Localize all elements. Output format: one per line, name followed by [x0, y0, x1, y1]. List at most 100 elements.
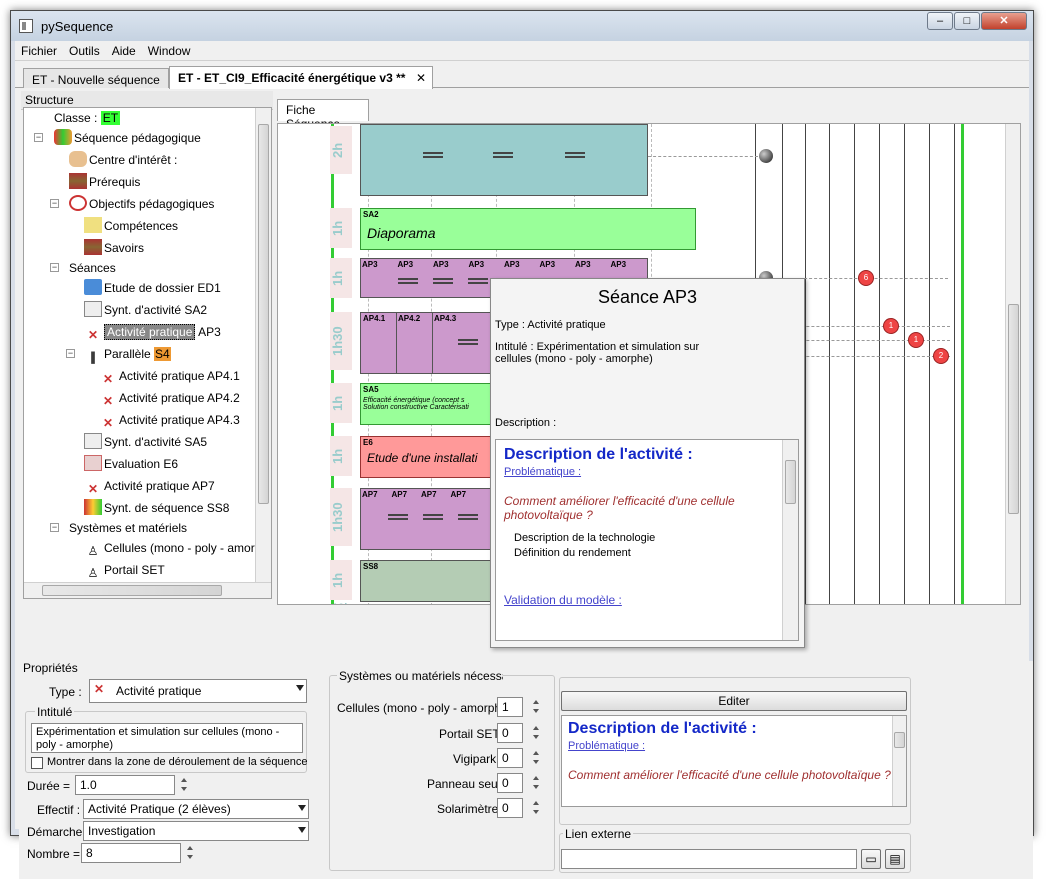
- tree-objectifs[interactable]: Objectifs pédagogiques: [69, 195, 214, 213]
- tree-seance-ap43[interactable]: ✕ Activité pratique AP4.3: [99, 411, 240, 430]
- window-title: pySequence: [41, 19, 114, 34]
- seance-block-e6[interactable]: E6 Etude d'une installati: [360, 436, 500, 478]
- equal-icon: [423, 514, 443, 520]
- duree-stepper[interactable]: [179, 775, 190, 795]
- title-bar[interactable]: pySequence – □ ✕: [11, 11, 1033, 41]
- nombre-stepper[interactable]: [185, 843, 196, 863]
- nombre-input[interactable]: 8: [81, 843, 181, 863]
- system-line: [829, 124, 830, 604]
- menu-window[interactable]: Window: [142, 41, 197, 58]
- systeme-qty-input[interactable]: 1: [497, 697, 523, 717]
- tree-seance-ap42[interactable]: ✕ Activité pratique AP4.2: [99, 389, 240, 408]
- systeme-qty-input[interactable]: 0: [497, 748, 523, 768]
- tooltip-title: Séance AP3: [597, 287, 698, 307]
- tab-nouvelle-sequence[interactable]: ET - Nouvelle séquence: [23, 68, 169, 88]
- menu-outils[interactable]: Outils: [63, 41, 106, 58]
- maximize-button[interactable]: □: [954, 12, 980, 30]
- scroll-thumb[interactable]: [894, 732, 905, 748]
- systeme-qty-stepper[interactable]: [531, 798, 542, 818]
- duree-input[interactable]: 1.0: [75, 775, 175, 795]
- seance-block-sa2[interactable]: SA2 Diaporama: [360, 208, 696, 250]
- system-marker[interactable]: [759, 149, 773, 163]
- tree-seance-ap3[interactable]: ✕ Activité pratique AP3: [84, 323, 221, 342]
- scroll-thumb[interactable]: [258, 124, 269, 504]
- duration-label: 1h: [330, 560, 352, 600]
- tab-label: ET - Nouvelle séquence: [32, 73, 160, 87]
- duree-label: Durée =: [27, 779, 71, 793]
- block-code: AP4.1: [363, 314, 386, 323]
- system-line: [904, 124, 905, 604]
- tree-sequence[interactable]: Séquence pédagogique: [54, 129, 201, 147]
- canvas-vertical-scrollbar[interactable]: [1005, 124, 1020, 604]
- tree-systeme-cellules[interactable]: ♙ Cellules (mono - poly - amorph: [84, 539, 268, 558]
- show-checkbox[interactable]: [31, 757, 43, 769]
- close-button[interactable]: ✕: [981, 12, 1027, 30]
- systeme-qty-input[interactable]: 0: [497, 798, 523, 818]
- collapse-icon[interactable]: −: [50, 523, 59, 532]
- minimize-button[interactable]: –: [927, 12, 953, 30]
- systeme-qty-stepper[interactable]: [531, 748, 542, 768]
- tree-prerequis[interactable]: Prérequis: [69, 173, 140, 191]
- quantity-marker[interactable]: 1: [883, 318, 899, 334]
- systeme-qty-input[interactable]: 0: [497, 773, 523, 793]
- menu-fichier[interactable]: Fichier: [15, 41, 63, 58]
- seance-block-ed1[interactable]: [360, 124, 648, 196]
- tree-competences[interactable]: Compétences: [84, 217, 178, 235]
- tree-seance-ss8[interactable]: Synt. de séquence SS8: [84, 499, 229, 517]
- collapse-icon[interactable]: −: [66, 349, 75, 358]
- duration-label: 1h: [330, 383, 352, 423]
- seance-block-sa5[interactable]: SA5 Efficacité énergétique (concept s Solu…: [360, 383, 500, 425]
- tree-seance-ap7[interactable]: ✕ Activité pratique AP7: [84, 477, 215, 496]
- description-preview[interactable]: Description de l'activité : Problématiqu…: [561, 715, 907, 807]
- collapse-icon[interactable]: −: [50, 199, 59, 208]
- tree-centre-interet[interactable]: Centre d'intérêt :: [69, 151, 177, 169]
- tree-classe[interactable]: Classe : ET: [54, 109, 121, 127]
- systeme-qty-stepper[interactable]: [531, 723, 542, 743]
- tree-seance-ap41[interactable]: ✕ Activité pratique AP4.1: [99, 367, 240, 386]
- tree-seances[interactable]: Séances: [69, 259, 116, 277]
- document-icon[interactable]: ▤: [885, 849, 905, 869]
- tree-seance-sa5[interactable]: Synt. d'activité SA5: [84, 433, 207, 451]
- quantity-marker[interactable]: 2: [933, 348, 949, 364]
- tree-savoirs[interactable]: Savoirs: [84, 239, 144, 257]
- systeme-qty-input[interactable]: 0: [497, 723, 523, 743]
- block-code: AP3: [397, 260, 414, 269]
- tree-parallele[interactable]: ∥ Parallèle S4: [84, 345, 171, 364]
- system-line: [854, 124, 855, 604]
- intitule-textarea[interactable]: Expérimentation et simulation sur cellul…: [31, 723, 303, 753]
- demarche-label: Démarche :: [27, 825, 90, 839]
- tree-vertical-scrollbar[interactable]: [255, 108, 271, 582]
- collapse-icon[interactable]: −: [34, 133, 43, 142]
- systeme-qty-stepper[interactable]: [531, 773, 542, 793]
- tree-seance-ed1[interactable]: Etude de dossier ED1: [84, 279, 221, 297]
- folder-open-icon[interactable]: ▭: [861, 849, 881, 869]
- effectif-select[interactable]: Activité Pratique (2 élèves): [83, 799, 309, 819]
- tree-seance-sa2[interactable]: Synt. d'activité SA2: [84, 301, 207, 319]
- tree-horizontal-scrollbar[interactable]: [24, 582, 271, 598]
- seance-block-ss8[interactable]: SS8: [360, 560, 500, 602]
- menu-aide[interactable]: Aide: [106, 41, 142, 58]
- tree-systeme-portail[interactable]: ♙ Portail SET: [84, 561, 165, 580]
- quantity-marker[interactable]: 1: [908, 332, 924, 348]
- tab-fiche-sequence[interactable]: Fiche Séquence: [277, 99, 369, 131]
- tree-seance-e6[interactable]: Evaluation E6: [84, 455, 178, 473]
- seance-block-ap4[interactable]: AP4.1: [360, 312, 500, 374]
- equal-icon: [565, 152, 585, 158]
- type-select[interactable]: ✕ Activité pratique: [89, 679, 307, 703]
- tree-systemes[interactable]: Systèmes et matériels: [69, 519, 187, 537]
- systeme-qty-stepper[interactable]: [531, 697, 542, 717]
- description-scrollbar[interactable]: [892, 716, 906, 806]
- demarche-select[interactable]: Investigation: [83, 821, 309, 841]
- quantity-marker[interactable]: 6: [858, 270, 874, 286]
- node-label: Synt. de séquence SS8: [104, 501, 230, 515]
- lien-input[interactable]: [561, 849, 857, 869]
- node-label: Portail SET: [104, 563, 165, 577]
- tab-efficacite[interactable]: ET - ET_CI9_Efficacité énergétique v3 **…: [169, 66, 433, 89]
- tab-close-icon[interactable]: ✕: [416, 71, 426, 85]
- node-label: Parallèle: [104, 347, 151, 361]
- editer-button[interactable]: Editer: [561, 691, 907, 711]
- scroll-thumb[interactable]: [1008, 304, 1019, 514]
- desc-question: Comment améliorer l'efficacité d'une cel…: [568, 768, 891, 782]
- scroll-thumb[interactable]: [42, 585, 222, 596]
- collapse-icon[interactable]: −: [50, 263, 59, 272]
